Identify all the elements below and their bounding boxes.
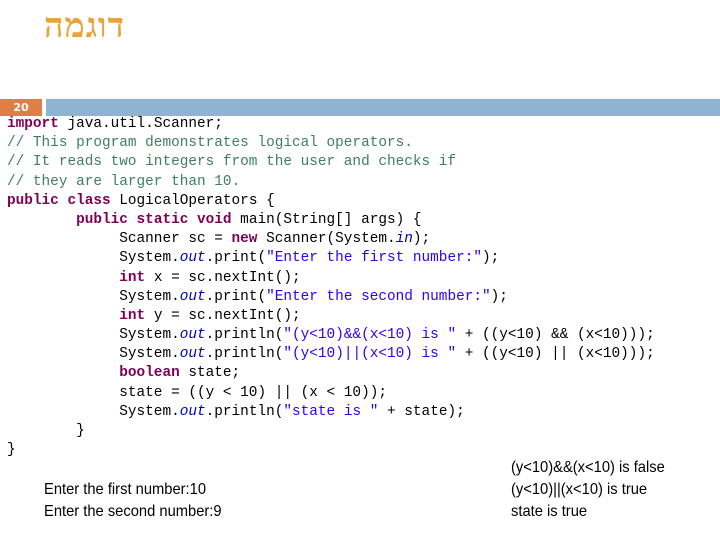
code-text: System. <box>7 346 180 363</box>
console-line: state is true <box>511 503 588 520</box>
code-line: System.out.println("(y<10)&&(x<10) is " … <box>7 326 655 345</box>
code-text: Scanner(System. <box>257 231 396 248</box>
code-text: System. <box>7 288 180 305</box>
code-line: System.out.print("Enter the first number… <box>7 249 655 268</box>
code-keyword: public static void <box>76 211 232 228</box>
code-field: out <box>179 403 206 420</box>
code-text: .print( <box>205 288 267 305</box>
code-line: System.out.println("state is " + state); <box>7 403 655 422</box>
code-comment: // they are larger than 10. <box>7 173 241 190</box>
code-text: LogicalOperators { <box>110 192 275 209</box>
code-text: } <box>7 442 16 459</box>
code-line: public static void main(String[] args) { <box>7 211 655 230</box>
slide-title: דוגמה <box>44 6 125 46</box>
code-text: ); <box>482 250 500 267</box>
console-line: Enter the first number:10 <box>44 481 207 498</box>
code-string: "state is " <box>283 403 379 420</box>
code-keyword: boolean <box>119 365 180 382</box>
code-text: System. <box>7 250 180 267</box>
code-text: .println( <box>205 403 284 420</box>
code-field: out <box>179 346 206 363</box>
code-keyword: int <box>119 307 146 324</box>
code-block: import java.util.Scanner;// This program… <box>7 115 655 460</box>
code-text: + ((y<10) && (x<10))); <box>456 327 655 344</box>
code-text: .print( <box>205 250 267 267</box>
code-line: // This program demonstrates logical ope… <box>7 134 655 153</box>
code-line: Scanner sc = new Scanner(System.in); <box>7 230 655 249</box>
code-text: + state); <box>378 403 465 420</box>
code-line: int y = sc.nextInt(); <box>7 307 655 326</box>
code-text: System. <box>7 327 180 344</box>
code-string: "(y<10)||(x<10) is " <box>283 346 457 363</box>
code-line: int x = sc.nextInt(); <box>7 269 655 288</box>
code-field: out <box>179 327 206 344</box>
code-field: in <box>395 231 413 248</box>
code-comment: // It reads two integers from the user a… <box>7 154 457 171</box>
code-text: ); <box>412 231 431 248</box>
console-result-output: (y<10)&&(x<10) is false (y<10)||(x<10) i… <box>511 457 665 523</box>
console-input-output: Enter the first number:10 Enter the seco… <box>44 479 222 523</box>
code-text: } <box>7 423 85 439</box>
code-field: out <box>179 288 206 305</box>
code-string: "Enter the first number:" <box>266 250 482 267</box>
code-keyword: public class <box>7 192 111 209</box>
code-line: System.out.print("Enter the second numbe… <box>7 288 655 307</box>
code-line: import java.util.Scanner; <box>7 115 655 134</box>
code-line: System.out.println("(y<10)||(x<10) is " … <box>7 345 655 364</box>
header-bar <box>46 99 720 116</box>
code-text: .println( <box>205 327 284 344</box>
code-line: boolean state; <box>7 364 655 383</box>
code-string: "Enter the second number:" <box>266 288 491 305</box>
code-text: x = sc.nextInt(); <box>145 269 301 286</box>
code-line: public class LogicalOperators { <box>7 192 655 211</box>
code-text: main(String[] args) { <box>231 211 422 228</box>
slide-number-badge: 20 <box>0 99 42 116</box>
code-text: Scanner sc = <box>7 231 232 248</box>
code-text: ); <box>490 288 508 305</box>
code-text: y = sc.nextInt(); <box>145 307 301 324</box>
code-text: state; <box>179 365 241 382</box>
console-line: (y<10)&&(x<10) is false <box>511 459 665 476</box>
code-text: + ((y<10) || (x<10))); <box>456 346 655 363</box>
code-keyword: import <box>7 116 59 132</box>
code-line: // It reads two integers from the user a… <box>7 153 655 172</box>
console-line: (y<10)||(x<10) is true <box>511 481 648 498</box>
code-string: "(y<10)&&(x<10) is " <box>283 327 457 344</box>
code-line: state = ((y < 10) || (x < 10)); <box>7 384 655 403</box>
code-text: java.util.Scanner; <box>58 116 223 132</box>
code-text: System. <box>7 403 180 420</box>
code-text: .println( <box>205 346 284 363</box>
code-field: out <box>179 250 206 267</box>
code-keyword: new <box>231 231 258 248</box>
code-line: } <box>7 422 655 441</box>
code-text: state = ((y < 10) || (x < 10)); <box>7 384 387 401</box>
code-line: // they are larger than 10. <box>7 173 655 192</box>
console-line: Enter the second number:9 <box>44 503 222 520</box>
code-comment: // This program demonstrates logical ope… <box>7 135 413 152</box>
code-keyword: int <box>119 269 146 286</box>
